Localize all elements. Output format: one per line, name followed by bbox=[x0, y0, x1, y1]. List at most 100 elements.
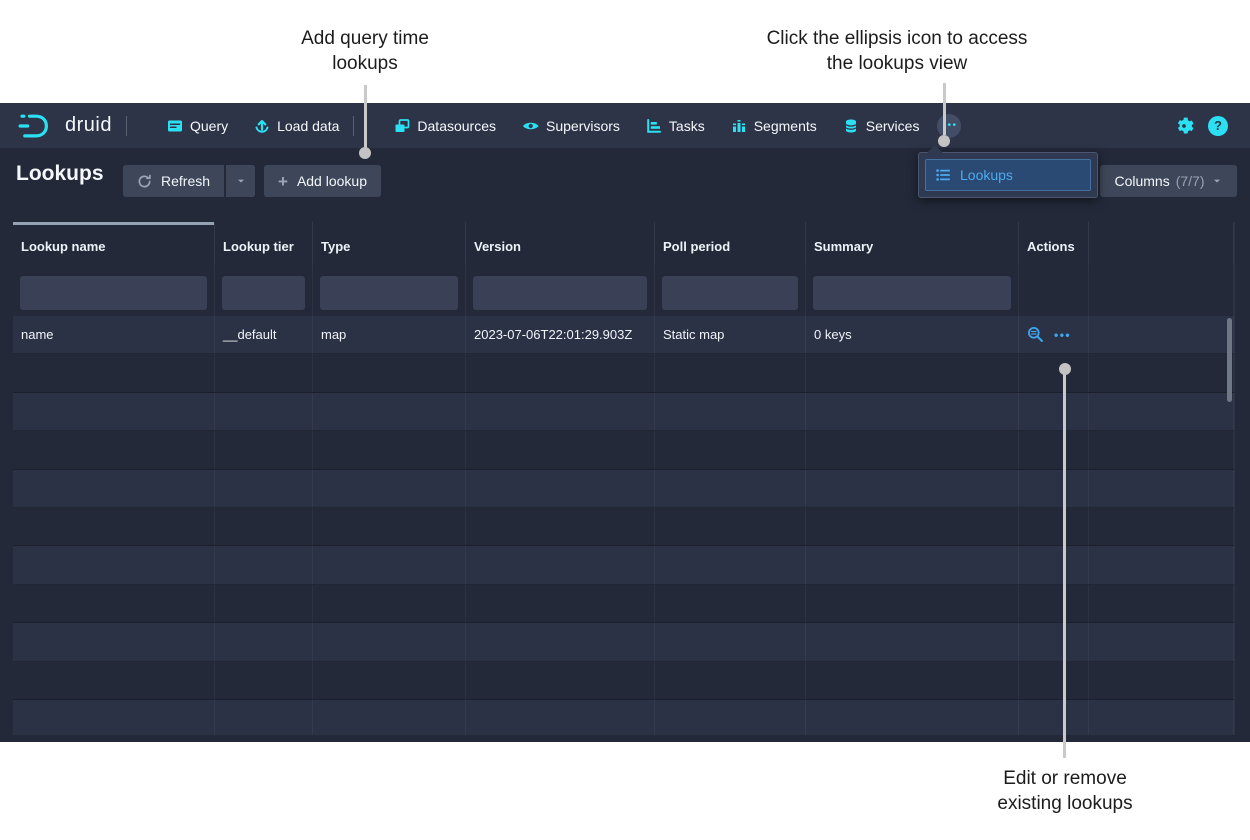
annotation-line-2: lookups bbox=[245, 51, 485, 76]
nav-item-label: Services bbox=[866, 118, 920, 134]
annotation-line-1: Edit or remove bbox=[945, 766, 1185, 791]
table-row-empty bbox=[13, 431, 1234, 469]
refresh-button[interactable]: Refresh bbox=[123, 165, 224, 197]
table-body: name __default map 2023-07-06T22:01:29.9… bbox=[13, 316, 1234, 735]
columns-count: (7/7) bbox=[1176, 173, 1205, 189]
help-icon: ? bbox=[1214, 118, 1222, 133]
filter-cell bbox=[466, 265, 655, 316]
table-row-empty bbox=[13, 623, 1234, 661]
filter-cell bbox=[215, 265, 313, 316]
brand-name: druid bbox=[65, 114, 112, 137]
tasks-icon bbox=[646, 118, 662, 134]
table-row-empty bbox=[13, 546, 1234, 584]
cell-lookup-name: name bbox=[13, 316, 215, 353]
refresh-label: Refresh bbox=[161, 173, 210, 189]
navbar-divider bbox=[353, 116, 354, 136]
cell-version: 2023-07-06T22:01:29.903Z bbox=[466, 316, 655, 353]
column-header-lookup-tier[interactable]: Lookup tier bbox=[215, 222, 313, 265]
cell-lookup-tier: __default bbox=[215, 316, 313, 353]
nav-item-label: Tasks bbox=[669, 118, 705, 134]
query-icon bbox=[167, 118, 183, 134]
filter-cell bbox=[806, 265, 1019, 316]
help-button[interactable]: ? bbox=[1208, 116, 1228, 136]
table-header-row: Lookup name Lookup tier Type Version Pol… bbox=[13, 222, 1234, 265]
annotation-line-1: Click the ellipsis icon to access bbox=[747, 26, 1047, 51]
popup-item-label: Lookups bbox=[960, 167, 1013, 183]
nav-item-query[interactable]: Query bbox=[167, 118, 228, 134]
nav-item-label: Query bbox=[190, 118, 228, 134]
navbar-divider bbox=[126, 116, 127, 136]
refresh-caret-button[interactable] bbox=[226, 165, 255, 197]
nav-item-segments[interactable]: Segments bbox=[731, 118, 817, 134]
add-lookup-button[interactable]: + Add lookup bbox=[264, 165, 381, 197]
nav-item-supervisors[interactable]: Supervisors bbox=[522, 118, 620, 134]
page-title: Lookups bbox=[16, 162, 104, 186]
cell-actions: ••• bbox=[1019, 316, 1089, 353]
filter-input-type[interactable] bbox=[320, 276, 458, 310]
navbar: druid Query Load data Datasources bbox=[0, 103, 1250, 148]
nav-item-services[interactable]: Services bbox=[843, 118, 920, 134]
nav-item-datasources[interactable]: Datasources bbox=[394, 118, 496, 134]
nav-item-label: Load data bbox=[277, 118, 339, 134]
plus-icon: + bbox=[278, 173, 288, 190]
table-row-name: name __default map 2023-07-06T22:01:29.9… bbox=[13, 316, 1234, 354]
column-header-poll-period[interactable]: Poll period bbox=[655, 222, 806, 265]
navbar-right: ? bbox=[1174, 116, 1228, 136]
filter-input-summary[interactable] bbox=[813, 276, 1011, 310]
vertical-scrollbar[interactable] bbox=[1227, 318, 1232, 402]
filter-cell bbox=[655, 265, 806, 316]
column-header-summary[interactable]: Summary bbox=[806, 222, 1019, 265]
search-detail-icon[interactable] bbox=[1027, 326, 1044, 343]
filter-input-poll-period[interactable] bbox=[662, 276, 798, 310]
filter-input-lookup-tier[interactable] bbox=[222, 276, 305, 310]
annotation-connector-line bbox=[1063, 374, 1066, 758]
table-row-empty bbox=[13, 508, 1234, 546]
column-header-filler bbox=[1089, 222, 1234, 265]
nav-item-label: Datasources bbox=[417, 118, 496, 134]
druid-logo[interactable]: druid bbox=[18, 111, 112, 141]
cell-filler bbox=[1089, 316, 1234, 353]
columns-button[interactable]: Columns (7/7) bbox=[1100, 165, 1237, 197]
annotation-connector-dot bbox=[1059, 363, 1071, 375]
segments-icon bbox=[731, 118, 747, 134]
cell-type: map bbox=[313, 316, 466, 353]
row-actions-ellipsis-icon[interactable]: ••• bbox=[1054, 328, 1071, 342]
filter-cell-actions bbox=[1019, 265, 1089, 316]
table-row-empty bbox=[13, 354, 1234, 392]
nav-item-label: Supervisors bbox=[546, 118, 620, 134]
chevron-down-icon bbox=[235, 175, 247, 187]
chevron-down-icon bbox=[1211, 175, 1223, 187]
annotation-connector-line bbox=[943, 83, 946, 135]
column-header-actions[interactable]: Actions bbox=[1019, 222, 1089, 265]
nav-item-tasks[interactable]: Tasks bbox=[646, 118, 705, 134]
filter-cell bbox=[313, 265, 466, 316]
filter-input-version[interactable] bbox=[473, 276, 647, 310]
table-row-empty bbox=[13, 662, 1234, 700]
annotation-connector-line bbox=[364, 85, 367, 148]
annotation-ellipsis-access: Click the ellipsis icon to access the lo… bbox=[747, 26, 1047, 76]
supervisors-icon bbox=[522, 118, 539, 134]
annotation-line-1: Add query time bbox=[245, 26, 485, 51]
annotation-add-lookups: Add query time lookups bbox=[245, 26, 485, 76]
datasources-icon bbox=[394, 118, 410, 134]
cell-poll-period: Static map bbox=[655, 316, 806, 353]
column-header-lookup-name[interactable]: Lookup name bbox=[13, 222, 215, 265]
annotation-line-2: existing lookups bbox=[945, 791, 1185, 816]
annotation-edit-remove: Edit or remove existing lookups bbox=[945, 766, 1185, 816]
gear-icon[interactable] bbox=[1174, 116, 1194, 136]
table-row-empty bbox=[13, 393, 1234, 431]
column-header-type[interactable]: Type bbox=[313, 222, 466, 265]
nav-item-load-data[interactable]: Load data bbox=[254, 118, 339, 134]
annotation-connector-dot bbox=[938, 135, 950, 147]
filter-input-lookup-name[interactable] bbox=[20, 276, 207, 310]
filter-cell bbox=[13, 265, 215, 316]
add-lookup-label: Add lookup bbox=[297, 173, 367, 189]
services-icon bbox=[843, 118, 859, 134]
nav-more-ellipsis-button[interactable]: ••• bbox=[937, 114, 961, 138]
popup-item-lookups[interactable]: Lookups bbox=[925, 159, 1091, 191]
table-filter-row bbox=[13, 265, 1234, 316]
column-header-version[interactable]: Version bbox=[466, 222, 655, 265]
cell-summary: 0 keys bbox=[806, 316, 1019, 353]
table-row-empty bbox=[13, 585, 1234, 623]
refresh-icon bbox=[137, 174, 152, 189]
